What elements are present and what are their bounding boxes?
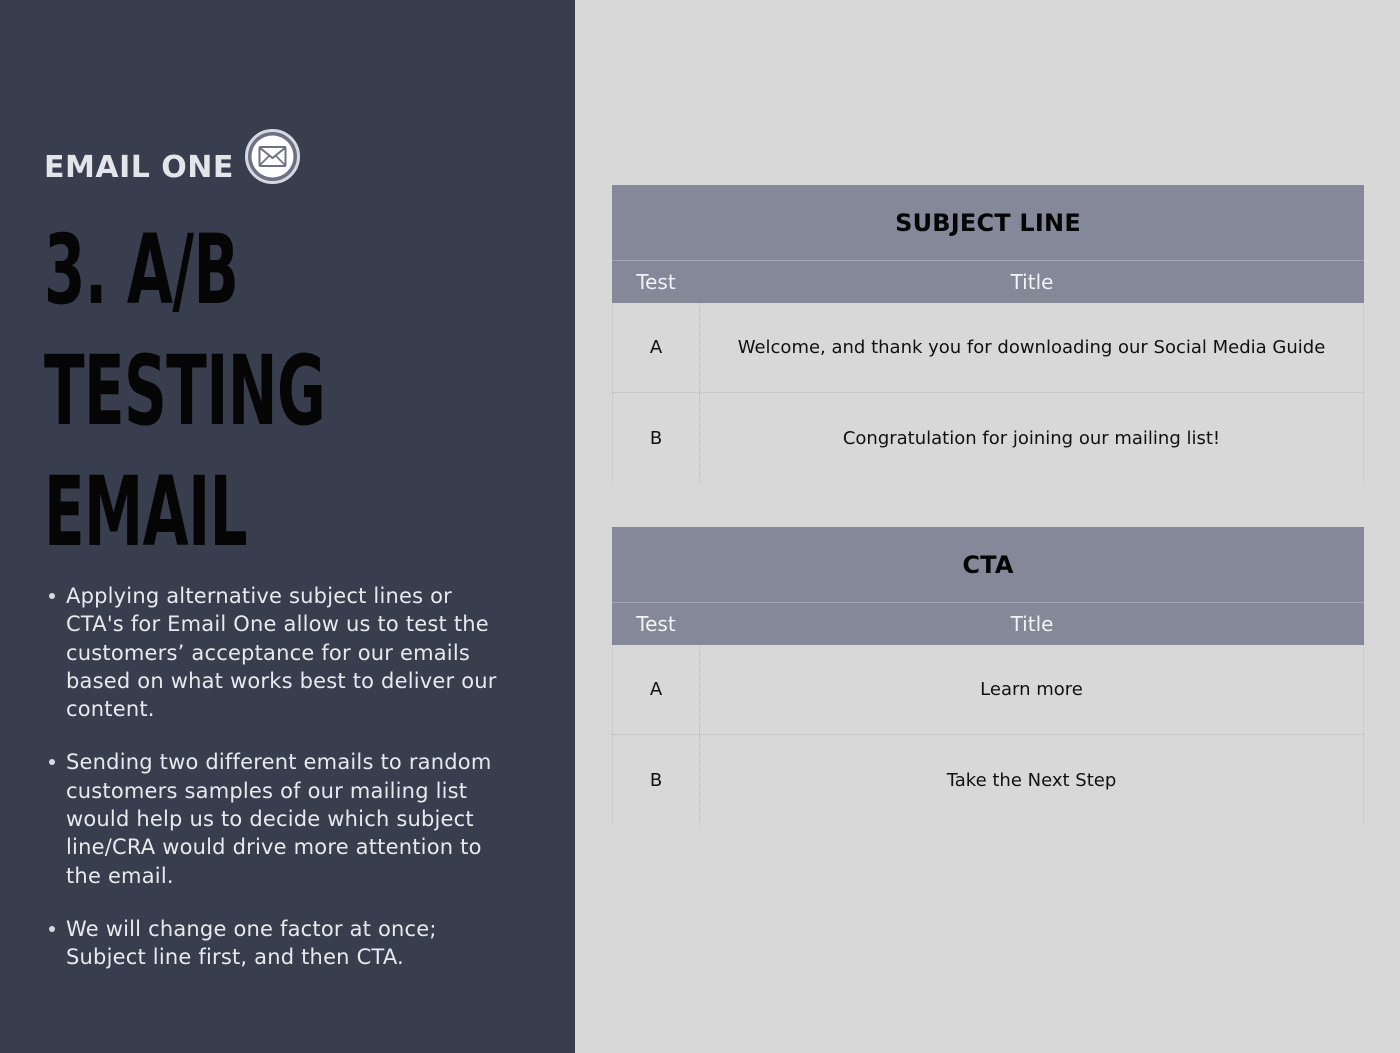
title-line-3: EMAIL [44,456,248,568]
table-heading-text: CTA [962,550,1014,579]
table-column-headers: Test Title [612,603,1364,645]
title-line-2: TESTING [44,335,326,447]
bullet-item: Applying alternative subject lines or CT… [44,582,499,723]
bullet-dot [49,925,55,932]
column-header-test: Test [636,612,676,636]
title-line-1: 3. A/B [44,214,239,326]
bullet-list: Applying alternative subject lines or CT… [44,582,499,997]
bullet-dot [49,593,55,599]
cell-test: B [612,735,700,825]
column-header-test: Test [636,270,676,294]
table-heading-text: SUBJECT LINE [895,208,1081,237]
cta-table: CTA Test Title A Learn more B Take the N… [612,527,1364,825]
left-panel: EMAIL ONE 3. A/B TESTING EMAIL Applying … [0,0,575,1053]
subject-line-table: SUBJECT LINE Test Title A Welcome, and t… [612,185,1364,483]
bullet-item: We will change one factor at once; Subje… [44,915,499,972]
cell-title: Learn more [700,645,1364,734]
table-row: B Congratulation for joining our mailing… [612,393,1364,483]
bullet-text: Applying alternative subject lines or CT… [66,584,497,722]
envelope-icon [245,129,300,184]
cell-title: Take the Next Step [700,735,1364,825]
table-row: B Take the Next Step [612,735,1364,825]
column-header-title: Title [1010,612,1054,636]
cell-title: Congratulation for joining our mailing l… [700,393,1364,483]
bullet-item: Sending two different emails to random c… [44,748,499,889]
section-kicker: EMAIL ONE [44,150,234,185]
table-row: A Learn more [612,645,1364,735]
bullet-text: We will change one factor at once; Subje… [66,916,437,970]
cell-test: A [612,303,700,392]
table-row: A Welcome, and thank you for downloading… [612,303,1364,393]
cell-test: A [612,645,700,734]
table-column-headers: Test Title [612,261,1364,303]
bullet-dot [49,759,55,766]
cell-test: B [612,393,700,483]
table-heading: SUBJECT LINE [612,185,1364,261]
column-header-title: Title [1010,270,1054,294]
table-heading: CTA [612,527,1364,603]
bullet-text: Sending two different emails to random c… [66,750,492,888]
page-title: 3. A/B TESTING EMAIL [44,210,326,573]
cell-title: Welcome, and thank you for downloading o… [700,303,1364,392]
